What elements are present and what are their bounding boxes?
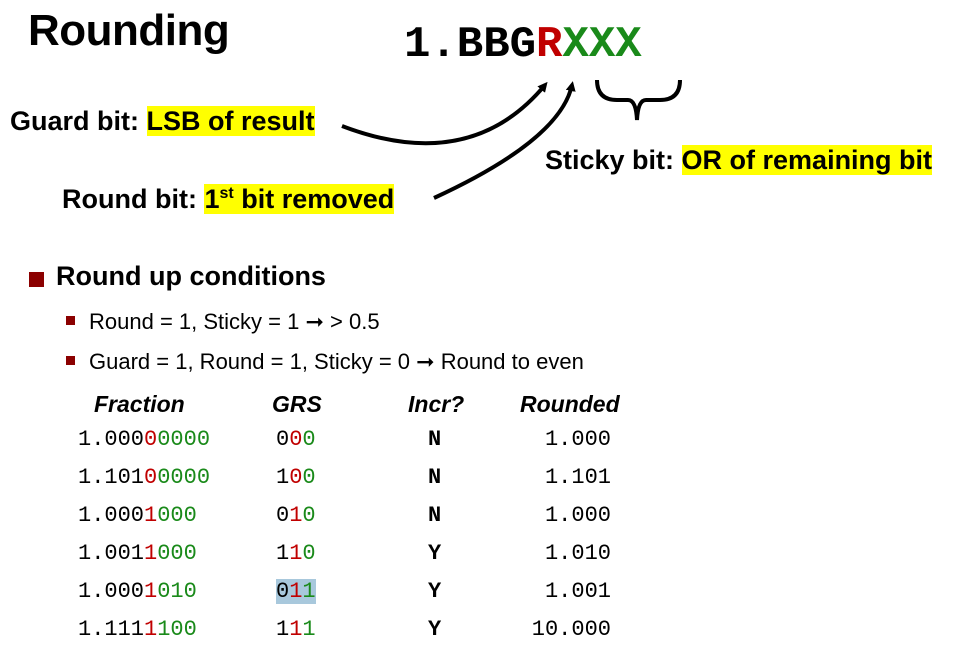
incr-cell: Y — [428, 617, 442, 642]
fraction-guard: 0 — [144, 427, 158, 452]
fraction-cell: 1.0001010 — [78, 579, 197, 604]
fraction-round: 0 — [157, 503, 171, 528]
rounded-cell: 1.010 — [544, 541, 611, 566]
grs-round: 1 — [289, 503, 303, 528]
grs-guard: 1 — [276, 465, 290, 490]
fraction-guard: 1 — [144, 541, 158, 566]
rounded-cell: 10.000 — [531, 617, 611, 642]
fraction-guard: 1 — [144, 503, 158, 528]
fraction-round: 0 — [157, 465, 171, 490]
grs-guard: 1 — [276, 617, 290, 642]
col-header-grs: GRS — [272, 391, 322, 417]
col-header-incr: Incr? — [408, 391, 465, 417]
rounded-cell: 1.000 — [544, 503, 611, 528]
grs-sticky: 0 — [302, 427, 316, 452]
fraction-prefix: 1.111 — [78, 617, 145, 642]
round-label: Round bit: 1st bit removed — [62, 184, 395, 214]
grs-cell: 000 — [276, 427, 316, 452]
fraction-cell: 1.0011000 — [78, 541, 197, 566]
grs-round: 0 — [289, 427, 303, 452]
round-desc: 1st bit removed — [204, 184, 395, 214]
grs-sticky: 0 — [302, 503, 316, 528]
grs-sticky: 1 — [302, 617, 316, 642]
fraction-sticky: 00 — [170, 617, 197, 642]
sticky-label: Sticky bit: OR of remaining bit — [545, 145, 933, 175]
fraction-guard: 1 — [144, 579, 158, 604]
fraction-cell: 1.10100000 — [78, 465, 210, 490]
fraction-sticky: 00 — [170, 503, 197, 528]
grs-cell: 100 — [276, 465, 316, 490]
sub-bullet — [66, 356, 75, 365]
sub-bullet — [66, 316, 75, 325]
fraction-cell: 1.0001000 — [78, 503, 197, 528]
grs-guard: 1 — [276, 541, 290, 566]
arrow-icon: ➞ — [305, 309, 324, 334]
incr-cell: N — [428, 427, 442, 452]
fraction-sticky: 000 — [170, 465, 211, 490]
rounded-cell: 1.001 — [544, 579, 611, 604]
grs-round: 1 — [289, 541, 303, 566]
fraction-prefix: 1.000 — [78, 579, 145, 604]
fraction-cell: 1.1111100 — [78, 617, 197, 642]
fraction-guard: 1 — [144, 617, 158, 642]
grs-guard: 0 — [276, 579, 290, 604]
grs-sticky: 0 — [302, 541, 316, 566]
fraction-prefix: 1.101 — [78, 465, 145, 490]
fraction-prefix: 1.000 — [78, 427, 145, 452]
fraction-round: 0 — [157, 427, 171, 452]
fraction-sticky: 10 — [170, 579, 197, 604]
fraction-sticky: 000 — [170, 427, 211, 452]
incr-cell: Y — [428, 541, 442, 566]
sticky-brace — [595, 79, 682, 121]
grs-cell: 011 — [276, 579, 316, 604]
grs-guard: 0 — [276, 427, 290, 452]
guard-desc: LSB of result — [146, 106, 315, 136]
grs-sticky: 1 — [302, 579, 316, 604]
incr-cell: Y — [428, 579, 442, 604]
rounded-cell: 1.101 — [544, 465, 611, 490]
rounded-cell: 1.000 — [544, 427, 611, 452]
sticky-desc: OR of remaining bit — [681, 145, 933, 175]
incr-cell: N — [428, 503, 442, 528]
col-header-fraction: Fraction — [94, 391, 185, 417]
grs-round: 1 — [289, 579, 303, 604]
grs-cell: 010 — [276, 503, 316, 528]
condition-item: Round = 1, Sticky = 1 ➞ > 0.5 — [89, 309, 380, 334]
conditions-heading: Round up conditions — [56, 261, 326, 291]
grs-round: 0 — [289, 465, 303, 490]
fraction-round: 0 — [157, 541, 171, 566]
fraction-round: 0 — [157, 579, 171, 604]
grs-sticky: 0 — [302, 465, 316, 490]
fraction-prefix: 1.000 — [78, 503, 145, 528]
grs-round: 1 — [289, 617, 303, 642]
incr-cell: N — [428, 465, 442, 490]
grs-cell: 110 — [276, 541, 316, 566]
guard-label: Guard bit: LSB of result — [10, 106, 315, 136]
col-header-rounded: Rounded — [520, 391, 620, 417]
condition-item: Guard = 1, Round = 1, Sticky = 0 ➞ Round… — [89, 349, 584, 374]
fraction-sticky: 00 — [170, 541, 197, 566]
fraction-guard: 0 — [144, 465, 158, 490]
bullet-square — [29, 272, 44, 287]
grs-cell: 111 — [276, 617, 316, 642]
grs-guard: 0 — [276, 503, 290, 528]
arrow-icon: ➞ — [416, 349, 435, 374]
guard-arrow — [341, 81, 548, 146]
fraction-prefix: 1.001 — [78, 541, 145, 566]
fraction-cell: 1.00000000 — [78, 427, 210, 452]
fraction-round: 1 — [157, 617, 171, 642]
